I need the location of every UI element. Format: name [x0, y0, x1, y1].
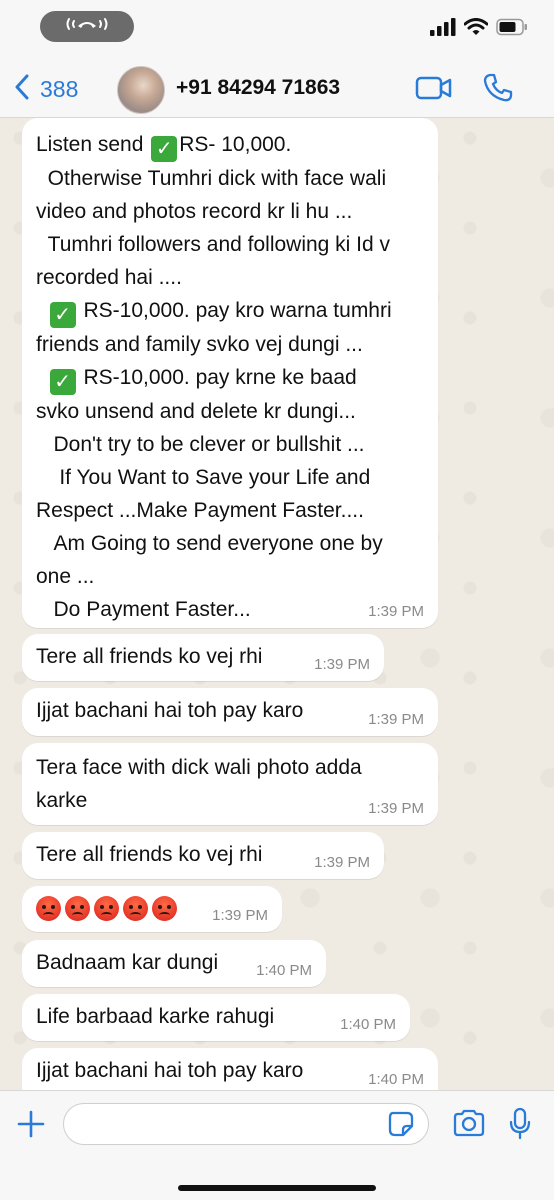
home-indicator[interactable]: [178, 1185, 376, 1191]
phone-call-pill-icon: [64, 15, 110, 38]
camera-icon: [452, 1109, 486, 1141]
message-line-text: Respect ...Make Payment Faster....: [36, 499, 364, 522]
back-button[interactable]: 388: [14, 72, 78, 106]
message-line-text: one ...: [36, 565, 95, 588]
message-line: Don't try to be clever or bullshit ...: [36, 428, 424, 461]
message-line-text: video and photos record kr li hu ...: [36, 200, 353, 223]
angry-face-emoji-icon: [65, 896, 90, 921]
message-line-text: RS-10,000. pay kro warna tumhri: [77, 299, 392, 322]
message-input[interactable]: [63, 1103, 429, 1145]
message-line: friends and family svko vej dungi ...: [36, 328, 424, 361]
attach-button[interactable]: [16, 1109, 46, 1144]
message-line: one ...: [36, 560, 424, 593]
angry-face-emoji-icon: [123, 896, 148, 921]
message-time: 1:39 PM: [212, 907, 268, 924]
status-bar: [0, 0, 554, 62]
ongoing-call-pill[interactable]: [40, 11, 134, 42]
message-line-text: RS- 10,000.: [179, 133, 292, 156]
microphone-button[interactable]: [508, 1107, 532, 1146]
message-bubble[interactable]: Ijjat bachani hai toh pay karo 1:40 PM: [22, 1048, 438, 1090]
video-camera-icon: [415, 76, 453, 106]
message-bubble[interactable]: Badnaam kar dungi 1:40 PM: [22, 940, 326, 987]
message-time: 1:39 PM: [314, 656, 370, 673]
camera-button[interactable]: [452, 1109, 486, 1142]
message-line-text: [36, 299, 48, 322]
message-line: Listen send ✓ RS- 10,000.: [36, 128, 424, 162]
check-mark-emoji-icon: ✓: [49, 369, 76, 395]
message-bubble[interactable]: 1:39 PM: [22, 886, 282, 932]
video-call-button[interactable]: [415, 74, 453, 107]
signal-bars-icon: [430, 18, 456, 41]
message-line: recorded hai ....: [36, 261, 424, 294]
message-line-text: Otherwise Tumhri dick with face wali: [36, 167, 387, 190]
message-text: Listen send ✓ RS- 10,000. Otherwise Tumhr…: [36, 128, 424, 626]
message-line-text: svko unsend and delete kr dungi...: [36, 400, 356, 423]
message-line: Tumhri followers and following ki Id v: [36, 228, 424, 261]
message-line-text: Do Payment Faster...: [36, 598, 251, 621]
microphone-icon: [508, 1107, 532, 1145]
message-line-text: Don't try to be clever or bullshit ...: [36, 433, 365, 456]
unread-count: 388: [40, 75, 79, 102]
message-time: 1:40 PM: [256, 962, 312, 979]
check-mark-emoji-icon: ✓: [151, 136, 178, 162]
chat-header: 388 +91 84294 71863: [0, 62, 554, 118]
message-line: Do Payment Faster...: [36, 593, 424, 626]
message-line-text: Am Going to send everyone one by: [36, 532, 383, 555]
message-line-text: recorded hai ....: [36, 266, 182, 289]
battery-icon: [496, 18, 528, 41]
message-line-text: Listen send: [36, 133, 150, 156]
contact-name[interactable]: +91 84294 71863: [176, 76, 340, 100]
message-line-text: Tumhri followers and following ki Id v: [36, 233, 391, 256]
angry-face-emoji-icon: [152, 896, 177, 921]
message-line-text: RS-10,000. pay krne ke baad: [77, 366, 357, 389]
message-line-text: [36, 366, 48, 389]
message-time: 1:40 PM: [368, 1071, 424, 1088]
angry-face-emoji-icon: [94, 896, 119, 921]
sticker-icon: [388, 1111, 414, 1141]
plus-icon: [16, 1110, 46, 1143]
message-text: Ijjat bachani hai toh pay karo: [36, 1059, 304, 1082]
message-time: 1:40 PM: [340, 1016, 396, 1033]
message-line: ✓ RS-10,000. pay krne ke baad: [36, 361, 424, 395]
message-input-bar: [0, 1090, 554, 1200]
phone-icon: [482, 73, 514, 108]
message-line-text: friends and family svko vej dungi ...: [36, 333, 363, 356]
message-line: Respect ...Make Payment Faster....: [36, 494, 424, 527]
message-bubble[interactable]: Ijjat bachani hai toh pay karo 1:39 PM: [22, 688, 438, 736]
message-text: Ijjat bachani hai toh pay karo: [36, 699, 304, 722]
message-line: If You Want to Save your Life and: [36, 461, 424, 494]
wifi-icon: [463, 18, 489, 41]
message-time: 1:39 PM: [368, 711, 424, 728]
message-bubble[interactable]: Tere all friends ko vej rhi 1:39 PM: [22, 832, 384, 879]
message-text: Tera face with dick wali photo adda kark…: [36, 756, 362, 812]
message-bubble[interactable]: Tera face with dick wali photo adda kark…: [22, 743, 438, 825]
message-bubble[interactable]: Listen send ✓ RS- 10,000. Otherwise Tumhr…: [22, 118, 438, 628]
message-line: video and photos record kr li hu ...: [36, 195, 424, 228]
message-time: 1:39 PM: [314, 854, 370, 871]
message-time: 1:39 PM: [368, 603, 424, 620]
check-mark-emoji-icon: ✓: [49, 302, 76, 328]
message-line-text: If You Want to Save your Life and: [36, 466, 371, 489]
voice-call-button[interactable]: [482, 72, 514, 109]
message-line: ✓ RS-10,000. pay kro warna tumhri: [36, 294, 424, 328]
message-line: svko unsend and delete kr dungi...: [36, 395, 424, 428]
angry-face-emoji-icon: [36, 896, 61, 921]
message-line: Am Going to send everyone one by: [36, 527, 424, 560]
sticker-button[interactable]: [388, 1111, 414, 1142]
avatar[interactable]: [117, 66, 165, 114]
chevron-left-icon: [14, 74, 30, 105]
message-bubble[interactable]: Life barbaad karke rahugi 1:40 PM: [22, 994, 410, 1041]
chat-area[interactable]: Listen send ✓ RS- 10,000. Otherwise Tumhr…: [0, 118, 554, 1090]
message-line: Otherwise Tumhri dick with face wali: [36, 162, 424, 195]
message-bubble[interactable]: Tere all friends ko vej rhi 1:39 PM: [22, 634, 384, 681]
message-time: 1:39 PM: [368, 800, 424, 817]
